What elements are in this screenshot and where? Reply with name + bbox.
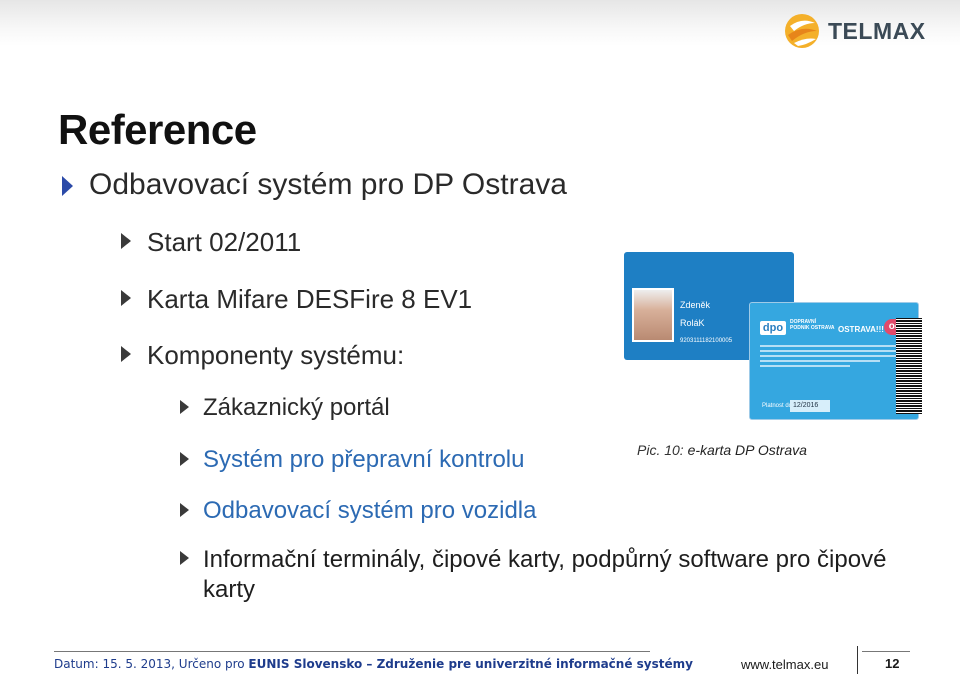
card-front: dpo DOPRAVNÍ PODNIK OSTRAVA OSTRAVA!!! o…: [749, 302, 919, 420]
bullet-components: Komponenty systému:: [121, 340, 404, 371]
telmax-logo: TELMAX: [782, 10, 926, 52]
card-terms-text: [760, 345, 910, 375]
bullet-arrow-icon: [180, 400, 189, 414]
card-photo: [632, 288, 674, 342]
bullet-card: Karta Mifare DESFire 8 EV1: [121, 284, 472, 315]
bullet-portal: Zákaznický portál: [180, 394, 390, 422]
telmax-logo-text: TELMAX: [828, 17, 926, 44]
bullet-start: Start 02/2011: [121, 227, 301, 258]
card-number: 9203111182100005: [680, 338, 733, 344]
card-valid-label: Platnost do:: [762, 403, 794, 409]
inspection-system-link[interactable]: Systém pro přepravní kontrolu: [203, 446, 524, 474]
bullet-arrow-icon: [121, 233, 131, 249]
bullet-arrow-icon: [180, 452, 189, 466]
bullet-terminals-text: Informační terminály, čipové karty, podp…: [203, 546, 887, 603]
bullet-components-text: Komponenty systému:: [147, 340, 405, 370]
bullet-card-text: Karta Mifare DESFire 8 EV1: [147, 284, 473, 314]
bullet-terminals: Informační terminály, čipové karty, podp…: [180, 545, 900, 605]
bullet-arrow-icon: [180, 503, 189, 517]
telmax-logo-icon: [785, 14, 819, 48]
bullet-main: Odbavovací systém pro DP Ostrava: [62, 168, 567, 202]
image-caption: Pic. 10: e-karta DP Ostrava: [637, 442, 807, 458]
bullet-main-text: Odbavovací systém pro DP Ostrava: [89, 168, 567, 201]
footer-eunis: EUNIS Slovensko – Združenie pre univerzi…: [248, 657, 693, 671]
e-card-image: Zdeněk RoláK 9203111182100005 dpo DOPRAV…: [624, 252, 924, 424]
card-first-name: Zdeněk: [680, 300, 711, 310]
footer-vertical-divider: [857, 646, 858, 674]
bullet-vehicles: Odbavovací systém pro vozidla: [180, 497, 536, 525]
footer-date: Datum: 15. 5. 2013, Určeno pro: [54, 657, 249, 671]
bullet-portal-text: Zákaznický portál: [203, 394, 390, 421]
bullet-inspection: Systém pro přepravní kontrolu: [180, 446, 524, 474]
page-number-divider: [862, 651, 910, 652]
vehicle-system-link[interactable]: Odbavovací systém pro vozidla: [203, 497, 536, 525]
bullet-arrow-icon: [121, 290, 131, 306]
footer-text: Datum: 15. 5. 2013, Určeno pro EUNIS Slo…: [54, 657, 693, 671]
card-last-name: RoláK: [680, 318, 705, 328]
card-brand: DOPRAVNÍ PODNIK OSTRAVA: [790, 319, 835, 331]
card-city: OSTRAVA!!!: [838, 325, 884, 334]
bullet-arrow-icon: [121, 346, 131, 362]
card-valid-date: 12/2016: [790, 400, 830, 412]
page-number: 12: [885, 656, 900, 671]
barcode: [896, 318, 922, 414]
footer-url[interactable]: www.telmax.eu: [741, 657, 828, 672]
caption-text: e-karta DP Ostrava: [687, 442, 807, 458]
bullet-start-text: Start 02/2011: [147, 227, 302, 257]
dpo-logo: dpo: [760, 321, 786, 335]
bullet-arrow-icon: [180, 551, 189, 565]
bullet-arrow-icon: [62, 176, 73, 196]
footer-divider: [54, 651, 650, 652]
caption-prefix: Pic. 10:: [637, 442, 684, 458]
slide-title: Reference: [58, 106, 257, 153]
